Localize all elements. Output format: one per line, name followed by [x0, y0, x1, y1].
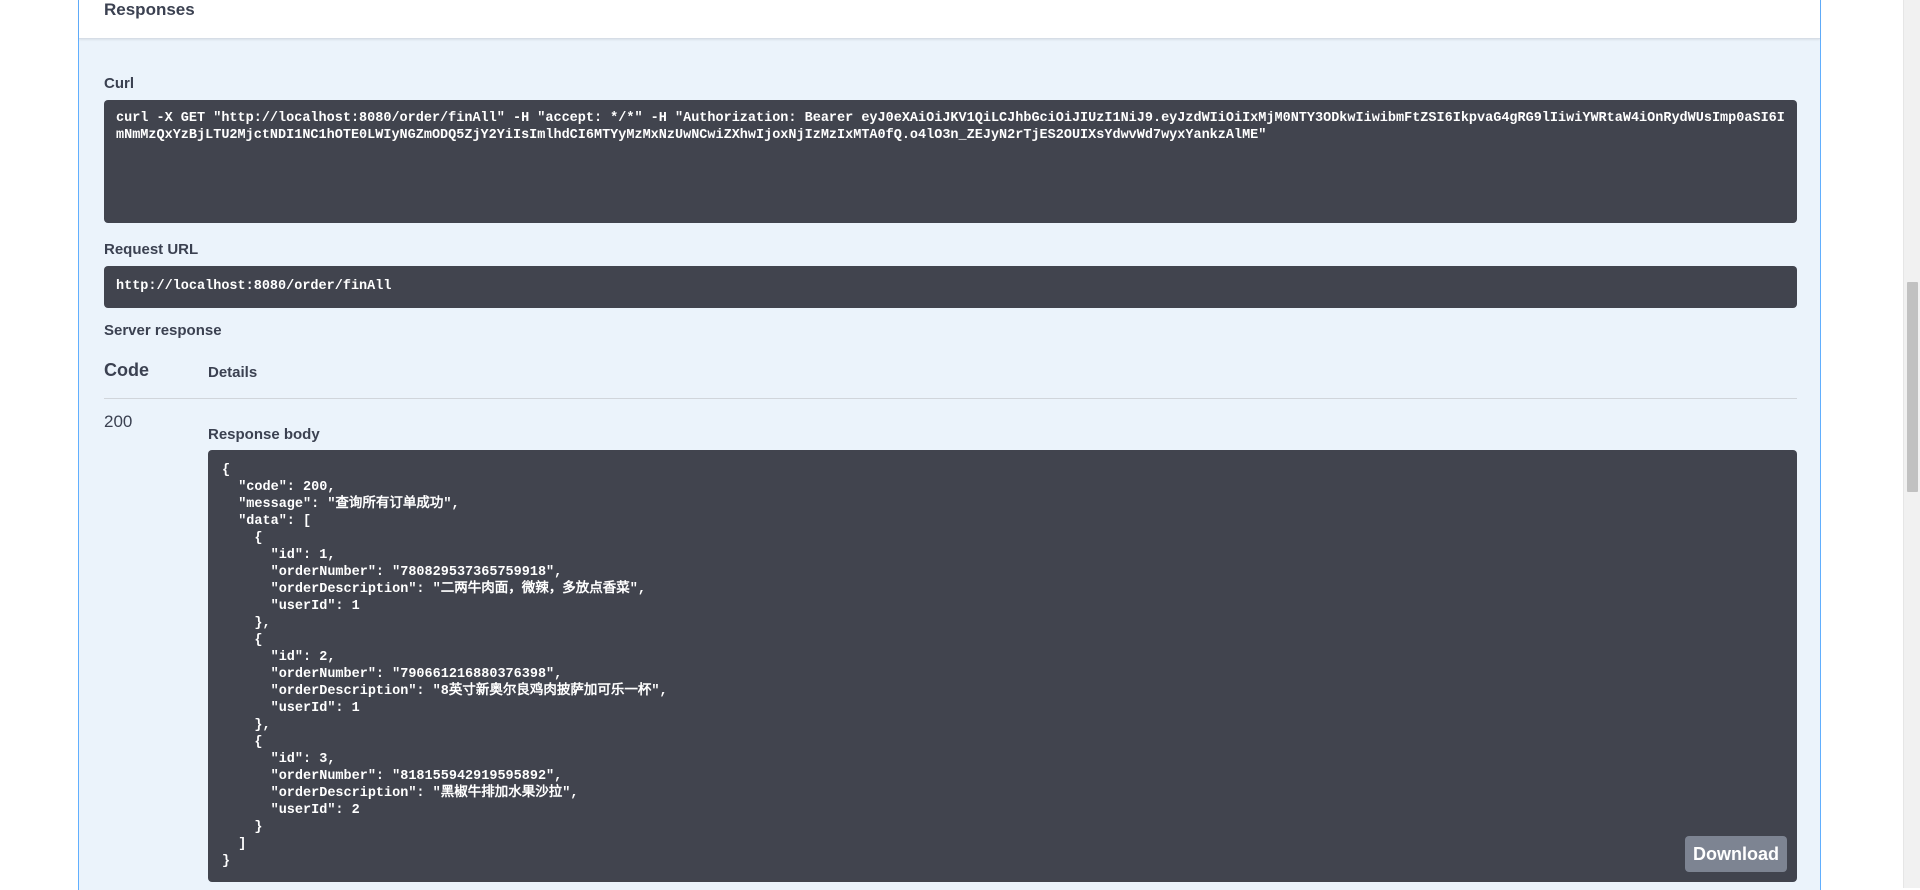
- curl-command-block[interactable]: curl -X GET "http://localhost:8080/order…: [104, 100, 1797, 223]
- page-viewport: Responses Curl curl -X GET "http://local…: [0, 0, 1903, 890]
- response-table-header: Code Details: [104, 354, 1797, 399]
- curl-label: Curl: [104, 75, 134, 92]
- page-scrollbar[interactable]: [1903, 0, 1920, 888]
- request-url-label: Request URL: [104, 241, 199, 258]
- responses-title: Responses: [104, 0, 195, 19]
- request-url-block[interactable]: http://localhost:8080/order/finAll: [104, 266, 1797, 308]
- request-url-value[interactable]: http://localhost:8080/order/finAll: [116, 279, 391, 294]
- details-column-header: Details: [208, 364, 258, 381]
- status-code: 200: [104, 412, 133, 431]
- curl-command-text[interactable]: curl -X GET "http://localhost:8080/order…: [116, 110, 1785, 144]
- responses-panel: Responses Curl curl -X GET "http://local…: [78, 0, 1821, 890]
- scrollbar-thumb[interactable]: [1907, 282, 1918, 492]
- server-response-label: Server response: [104, 322, 222, 339]
- responses-header: Responses: [79, 0, 1820, 39]
- response-body-block[interactable]: { "code": 200, "message": "查询所有订单成功", "d…: [208, 450, 1797, 882]
- download-button[interactable]: Download: [1685, 836, 1787, 872]
- code-column-header: Code: [104, 360, 149, 380]
- response-body-json[interactable]: { "code": 200, "message": "查询所有订单成功", "d…: [222, 462, 1783, 870]
- response-body-label: Response body: [208, 426, 320, 443]
